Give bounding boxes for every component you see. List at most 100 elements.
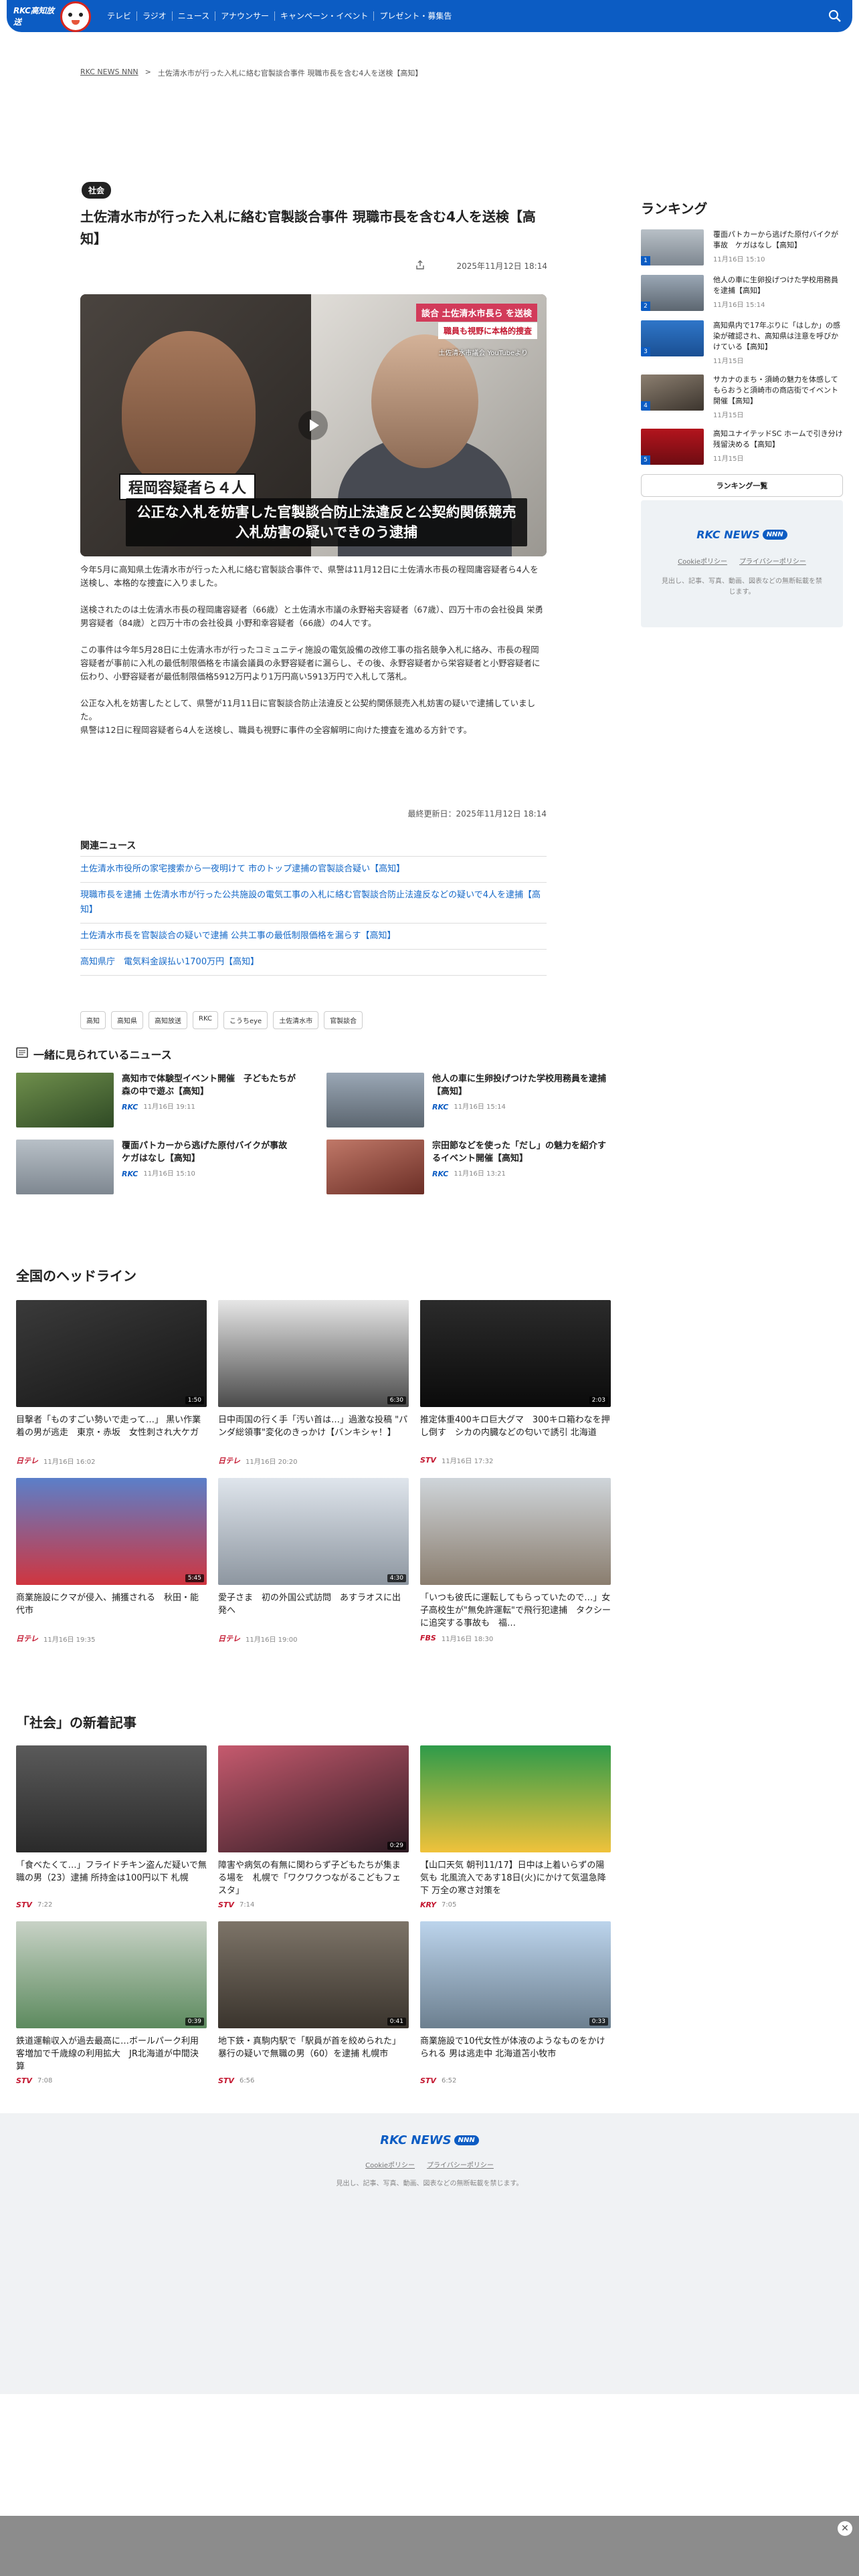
nav-radio[interactable]: ラジオ [137,11,173,21]
shakai-section-title: 「社会」の新着記事 [16,1715,136,1731]
breadcrumb-separator: > [145,68,151,76]
ranking-item[interactable]: 3 高知県内で17年ぶりに「はしか」の感染が確認され、高知県は注意を呼びかけてい… [641,320,843,365]
nav-present[interactable]: プレゼント・募集告 [374,11,457,21]
rank-number: 1 [641,256,650,265]
hero-source-note: 土佐清水市議会 YouTubeより [438,350,528,357]
nav-news[interactable]: ニュース [173,11,216,21]
card-title: 推定体重400キロ巨大グマ 300キロ箱わなを押し倒す シカの内臓などの匂いで誘… [420,1415,610,1438]
shakai-card[interactable]: 0:41 地下鉄・真駒内駅で「駅員が首を絞められた」暴行の疑いで無職の男（60）… [218,1921,409,2085]
news-thumbnail: 1 [641,229,704,265]
nav-campaign[interactable]: キャンペーン・イベント [275,11,375,21]
news-thumbnail [326,1073,424,1128]
article-date: 2025年11月12日 18:14 [456,261,547,271]
cookie-policy-link[interactable]: Cookieポリシー [365,2159,415,2169]
shakai-grid: 「食べたくて…」フライドチキン盗んだ疑いで無職の男（23）逮捕 所持金は100円… [16,1745,611,2085]
ranking-item-title: 覆面パトカーから逃げた原付バイクが事故 ケガはなし【高知】 [713,230,839,249]
ranking-item[interactable]: 4 サカナのまち・須崎の魅力を体感してもらおうと須崎市の商店街でイベント開催【高… [641,374,843,419]
video-duration: 1:50 [185,1396,204,1404]
tag-chip[interactable]: RKC [193,1011,218,1029]
rank-number: 4 [641,401,650,411]
sidebar-policy-links: Cookieポリシー プライバシーポリシー [641,556,843,566]
related-link[interactable]: 土佐清水市役所の家宅捜索から一夜明けて 市のトップ逮捕の官製談合疑い【高知】 [80,856,547,882]
news-thumbnail: 2 [641,275,704,311]
shakai-card[interactable]: 0:33 商業施設で10代女性が体液のようなものをかけられる 男は逃走中 北海道… [420,1921,611,2085]
category-badge[interactable]: 社会 [82,182,112,199]
card-date: 11月16日 15:14 [454,1103,506,1111]
ranking-item[interactable]: 2 他人の車に生卵投げつけた学校用務員を逮捕【高知】 11月16日 15:14 [641,275,843,311]
card-title: 障害や病気の有無に関わらず子どもたちが集まる場を 札幌で「ワクワクつながるこども… [218,1860,401,1896]
bottom-ad-banner[interactable]: ✕ [0,2516,859,2576]
card-date: 11月16日 15:10 [143,1170,195,1178]
headline-card[interactable]: 1:50 目撃者「ものすごい勢いで走って…」 黒い作業着の男が逃走 東京・赤坂 … [16,1300,207,1466]
article-paragraph: 公正な入札を妨害したとして、県警が11月11日に官製談合防止法違反と公契約関係競… [80,698,536,735]
ranking-item[interactable]: 5 高知ユナイテッドSC ホームで引き分け 残留決める【高知】 11月15日 [641,429,843,465]
card-date: 7:05 [441,1901,457,1909]
source-logo: STV [16,2076,32,2085]
play-icon[interactable] [298,411,328,440]
news-thumbnail: 4:30 [218,1478,409,1585]
ranking-more-button[interactable]: ランキング一覧 [641,474,843,497]
together-card[interactable]: 覆面パトカーから逃げた原付バイクが事故 ケガはなし【高知】 RKC 11月16日 … [16,1140,301,1194]
brand-logo: RKC NEWS NNN [696,528,787,541]
related-link[interactable]: 土佐清水市長を官製談合の疑いで逮捕 公共工事の最低制限価格を漏らす【高知】 [80,923,547,949]
breadcrumb-home[interactable]: RKC NEWS NNN [80,68,138,78]
ranking-item-date: 11月15日 [713,412,744,419]
privacy-policy-link[interactable]: プライバシーポリシー [427,2159,494,2169]
video-duration: 0:29 [387,1842,406,1850]
article-video[interactable]: 談合 土佐清水市長ら を送検 職員も視野に本格的捜査 土佐清水市議会 YouTu… [80,294,547,556]
tag-chip[interactable]: 土佐清水市 [273,1011,319,1029]
related-link[interactable]: 現職市長を逮捕 土佐清水市が行った公共施設の電気工事の入札に絡む官製談合防止法違… [80,882,547,923]
card-title: 「食べたくて…」フライドチキン盗んだ疑いで無職の男（23）逮捕 所持金は100円… [16,1860,207,1883]
video-duration: 4:30 [387,1574,406,1582]
card-date: 7:14 [239,1901,255,1909]
shakai-card[interactable]: 0:39 鉄道運輸収入が過去最高に…ボールパーク利用客増加で千歳線の利用拡大 J… [16,1921,207,2085]
tag-chip[interactable]: 高知 [80,1011,106,1029]
shakai-card[interactable]: 「食べたくて…」フライドチキン盗んだ疑いで無職の男（23）逮捕 所持金は100円… [16,1745,207,1909]
headline-card[interactable]: 「いつも彼氏に運転してもらっていたので…」女子高校生が"無免許運転"で飛行犯逮捕… [420,1478,611,1644]
footer-brand-logo: RKC NEWS NNN [380,2133,479,2147]
nav-announcer[interactable]: アナウンサー [215,11,275,21]
headline-card[interactable]: 6:30 日中両国の行く手「汚い首は…」過激な投稿 "パンダ総領事"変化のきっか… [218,1300,409,1466]
ranking-item-date: 11月15日 [713,455,744,463]
together-card[interactable]: 他人の車に生卵投げつけた学校用務員を逮捕【高知】 RKC 11月16日 15:14 [326,1073,611,1128]
site-logo[interactable]: RKC高知放送 [13,6,56,27]
card-date: 11月16日 19:00 [246,1636,298,1644]
tag-chip[interactable]: 官製談合 [324,1011,363,1029]
card-title: 商業施設にクマが侵入、捕獲される 秋田・能代市 [16,1593,199,1616]
tag-chip[interactable]: 高知放送 [149,1011,187,1029]
video-duration: 5:45 [185,1574,204,1582]
card-title: 鉄道運輸収入が過去最高に…ボールパーク利用客増加で千歳線の利用拡大 JR北海道が… [16,2036,199,2072]
ranking-item-date: 11月15日 [713,358,744,365]
card-date: 7:22 [37,1901,53,1909]
news-thumbnail: 0:29 [218,1745,409,1852]
together-card[interactable]: 宗田節などを使った「だし」の魅力を紹介するイベント開催【高知】 RKC 11月16… [326,1140,611,1194]
card-date: 11月16日 20:20 [246,1458,298,1466]
together-card[interactable]: 高知市で体験型イベント開催 子どもたちが森の中で遊ぶ【高知】 RKC 11月16日… [16,1073,301,1128]
article-paragraph: 今年5月に高知県土佐清水市が行った入札に絡む官製談合事件で、県警は11月12日に… [80,564,539,588]
footer-policy-links: Cookieポリシー プライバシーポリシー [0,2159,859,2169]
headline-card[interactable]: 4:30 愛子さま 初の外国公式訪問 あすラオスに出発へ 日テレ 11月16日 1… [218,1478,409,1644]
headline-card[interactable]: 2:03 推定体重400キロ巨大グマ 300キロ箱わなを押し倒す シカの内臓など… [420,1300,611,1466]
nav-tv[interactable]: テレビ [102,11,138,21]
source-logo: STV [218,2076,234,2085]
rank-number: 3 [641,347,650,356]
privacy-policy-link[interactable]: プライバシーポリシー [739,556,806,566]
headline-card[interactable]: 5:45 商業施設にクマが侵入、捕獲される 秋田・能代市 日テレ 11月16日 1… [16,1478,207,1644]
card-title: 目撃者「ものすごい勢いで走って…」 黒い作業着の男が逃走 東京・赤坂 女性刺され… [16,1415,201,1438]
ranking-item[interactable]: 1 覆面パトカーから逃げた原付バイクが事故 ケガはなし【高知】 11月16日 15… [641,229,843,265]
shakai-card[interactable]: 0:29 障害や病気の有無に関わらず子どもたちが集まる場を 札幌で「ワクワクつな… [218,1745,409,1909]
shakai-card[interactable]: 【山口天気 朝刊11/17】日中は上着いらずの陽気も 北風流入であす18日(火)… [420,1745,611,1909]
article-paragraph: この事件は今年5月28日に土佐清水市が行ったコミュニティ施設の電気設備の改修工事… [80,645,541,681]
search-icon[interactable] [828,9,842,23]
news-icon [16,1047,28,1061]
related-link[interactable]: 高知県庁 電気料金誤払い1700万円【高知】 [80,949,547,976]
cookie-policy-link[interactable]: Cookieポリシー [678,556,727,566]
source-logo: RKC [122,1103,138,1111]
hero-tag-headline: 談合 土佐清水市長ら を送検 [415,304,537,322]
close-icon[interactable]: ✕ [838,2521,852,2536]
hero-suspect-label: 程岡容疑者ら４人 [119,473,256,500]
article-body: 今年5月に高知県土佐清水市が行った入札に絡む官製談合事件で、県警は11月12日に… [80,563,547,750]
share-icon[interactable] [415,259,425,272]
tag-chip[interactable]: 高知県 [111,1011,143,1029]
tag-chip[interactable]: こうちeye [223,1011,268,1029]
